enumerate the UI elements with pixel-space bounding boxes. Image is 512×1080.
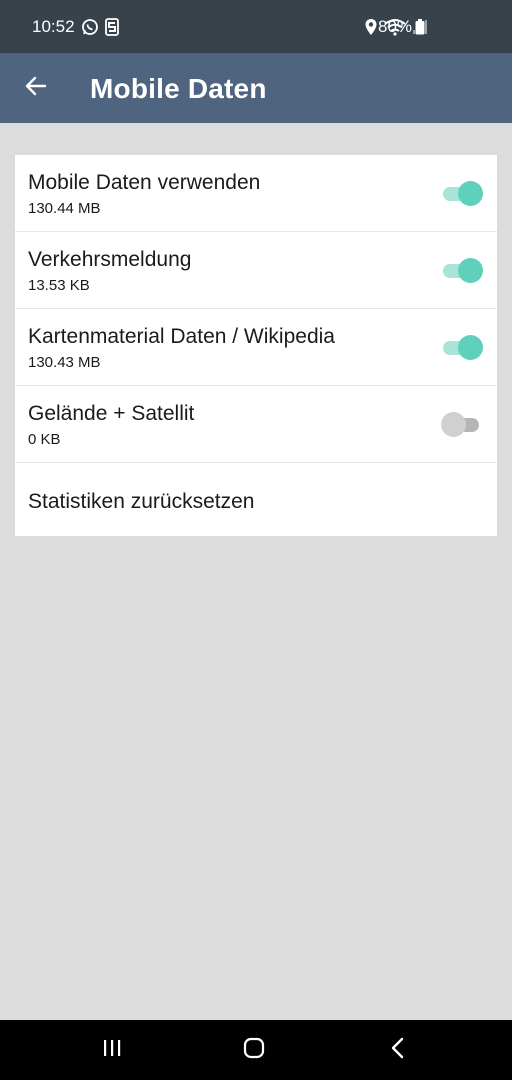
recents-icon: [102, 1038, 122, 1063]
reset-statistics-label: Statistiken zurücksetzen: [28, 490, 255, 513]
setting-row-terrain-satellite[interactable]: Gelände + Satellit 0 KB: [15, 386, 497, 463]
setting-title: Verkehrsmeldung: [28, 248, 192, 271]
toggle-thumb: [458, 181, 483, 206]
home-icon: [243, 1037, 265, 1064]
battery-icon: [415, 18, 425, 35]
back-icon: [390, 1037, 406, 1064]
setting-row-mobile-data[interactable]: Mobile Daten verwenden 130.44 MB: [15, 155, 497, 232]
setting-title: Gelände + Satellit: [28, 402, 195, 425]
page-title: Mobile Daten: [90, 73, 267, 104]
battery-indicator: 80%: [378, 0, 425, 53]
toggle-map-data[interactable]: [441, 335, 483, 360]
setting-title: Mobile Daten verwenden: [28, 171, 261, 194]
s-app-icon: [104, 17, 119, 36]
toggle-thumb: [458, 258, 483, 283]
toggle-thumb: [458, 335, 483, 360]
reset-statistics-button[interactable]: Statistiken zurücksetzen: [15, 463, 497, 536]
setting-title: Kartenmaterial Daten / Wikipedia: [28, 325, 335, 348]
status-time: 10:52: [32, 16, 75, 36]
toggle-traffic[interactable]: [441, 258, 483, 283]
battery-percentage: 80%: [378, 16, 413, 36]
setting-row-traffic[interactable]: Verkehrsmeldung 13.53 KB: [15, 232, 497, 309]
setting-value: 130.44 MB: [28, 200, 101, 217]
home-button[interactable]: [234, 1034, 274, 1066]
nav-back-button[interactable]: [378, 1034, 418, 1066]
status-left: 10:52: [32, 17, 119, 37]
setting-value: 13.53 KB: [28, 277, 90, 294]
back-button[interactable]: [18, 70, 54, 106]
status-bar: 10:52 80%: [0, 0, 512, 53]
setting-row-map-data[interactable]: Kartenmaterial Daten / Wikipedia 130.43 …: [15, 309, 497, 386]
setting-value: 0 KB: [28, 431, 61, 448]
setting-value: 130.43 MB: [28, 354, 101, 371]
toggle-thumb: [441, 412, 466, 437]
toggle-mobile-data[interactable]: [441, 181, 483, 206]
location-icon: [364, 18, 378, 36]
system-nav-bar: [0, 1020, 512, 1080]
app-bar: Mobile Daten: [0, 53, 512, 123]
arrow-left-icon: [24, 74, 48, 103]
settings-card: Mobile Daten verwenden 130.44 MB Verkehr…: [15, 155, 497, 536]
toggle-terrain-satellite[interactable]: [441, 412, 483, 437]
whatsapp-icon: [81, 18, 99, 36]
recents-button[interactable]: [92, 1034, 132, 1066]
